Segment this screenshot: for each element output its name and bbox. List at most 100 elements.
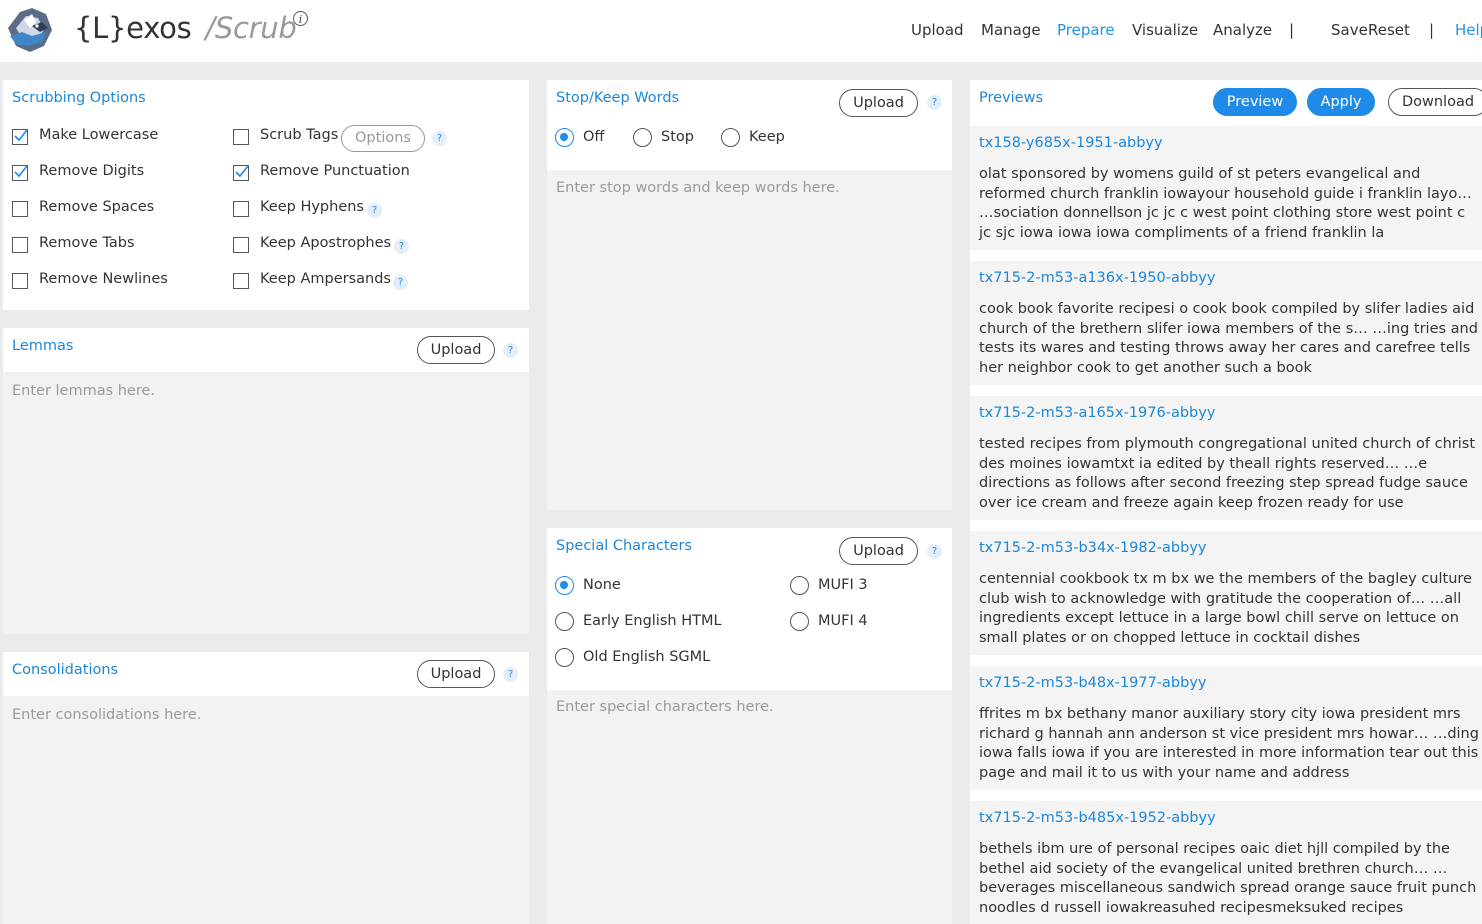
checkbox-keep-apostrophes[interactable]: [233, 237, 249, 253]
option-label-keep-apostrophes: Keep Apostrophes: [260, 235, 392, 251]
radio-early-english-html[interactable]: [555, 612, 574, 631]
nav-link-reset[interactable]: Reset: [1368, 21, 1410, 39]
special-characters-panel: Special Characters Upload ? None Early En…: [547, 528, 952, 924]
nav-link-save[interactable]: Save: [1331, 21, 1368, 39]
option-label-scrub-tags: Scrub Tags: [260, 127, 339, 143]
option-label-remove-newlines: Remove Newlines: [39, 271, 168, 287]
nav-link-visualize[interactable]: Visualize: [1132, 21, 1198, 39]
stop-keep-upload-button[interactable]: Upload: [839, 89, 918, 117]
checkbox-remove-punctuation[interactable]: [233, 165, 249, 181]
keep-hyphens-help-icon[interactable]: ?: [367, 203, 382, 218]
top-navbar: {L}exos/Scrub i Upload Manage Prepare Visua…: [0, 0, 1482, 62]
radio-label-keep: Keep: [749, 129, 785, 145]
radio-off[interactable]: [555, 128, 574, 147]
preview-document-name[interactable]: tx715-2-m53-b485x-1952-abbyy: [979, 810, 1216, 826]
radio-label-old-english-sgml: Old English SGML: [583, 649, 711, 665]
preview-document-text: cook book favorite recipesi o cook book …: [979, 301, 1478, 377]
preview-document-name[interactable]: tx715-2-m53-b34x-1982-abbyy: [979, 540, 1207, 556]
nav-link-manage[interactable]: Manage: [981, 21, 1041, 39]
radio-label-mufi-4: MUFI 4: [818, 613, 868, 629]
checkbox-remove-spaces[interactable]: [12, 201, 28, 217]
option-label-remove-punctuation: Remove Punctuation: [260, 163, 410, 179]
radio-mufi-4[interactable]: [790, 612, 809, 631]
stop-keep-textarea[interactable]: Enter stop words and keep words here.: [547, 170, 952, 510]
preview-document-text: centennial cookbook tx m bx we the membe…: [979, 571, 1472, 647]
stop-keep-help-icon[interactable]: ?: [927, 95, 942, 110]
consolidations-textarea[interactable]: Enter consolidations here.: [3, 696, 529, 924]
checkbox-scrub-tags[interactable]: [233, 129, 249, 145]
lemmas-upload-button[interactable]: Upload: [417, 336, 495, 364]
preview-button[interactable]: Preview: [1213, 88, 1297, 116]
special-characters-textarea[interactable]: Enter special characters here.: [547, 690, 952, 924]
nav-link-analyze[interactable]: Analyze: [1213, 21, 1272, 39]
checkbox-make-lowercase[interactable]: [12, 129, 28, 145]
stop-keep-words-panel: Stop/Keep Words Upload ? Off Stop Keep Ent…: [547, 80, 952, 510]
preview-document-text: ffrites m bx bethany manor auxiliary sto…: [979, 706, 1479, 782]
preview-card: tx715-2-m53-b485x-1952-abbyy bethels ibm …: [970, 801, 1482, 924]
checkbox-remove-tabs[interactable]: [12, 237, 28, 253]
radio-mufi-3[interactable]: [790, 576, 809, 595]
special-characters-help-icon[interactable]: ?: [927, 544, 942, 559]
keep-apostrophes-help-icon[interactable]: ?: [394, 239, 409, 254]
option-label-keep-ampersands: Keep Ampersands: [260, 271, 391, 287]
preview-document-text: bethels ibm ure of personal recipes oaic…: [979, 841, 1477, 917]
option-label-remove-spaces: Remove Spaces: [39, 199, 155, 215]
consolidations-header: Consolidations Upload ?: [3, 652, 529, 696]
radio-label-stop: Stop: [661, 129, 694, 145]
nav-link-upload[interactable]: Upload: [911, 21, 964, 39]
preview-document-name[interactable]: tx715-2-m53-a165x-1976-abbyy: [979, 405, 1215, 421]
radio-stop[interactable]: [633, 128, 652, 147]
radio-old-english-sgml[interactable]: [555, 648, 574, 667]
lemmas-help-icon[interactable]: ?: [503, 343, 518, 358]
radio-label-off: Off: [583, 129, 605, 145]
brand-name: {L}exos: [74, 11, 192, 45]
scrub-tags-options-button[interactable]: Options: [341, 125, 425, 152]
checkbox-keep-ampersands[interactable]: [233, 273, 249, 289]
option-label-keep-hyphens: Keep Hyphens: [260, 199, 364, 215]
nav-link-help[interactable]: Help: [1455, 21, 1482, 39]
keep-ampersands-help-icon[interactable]: ?: [393, 275, 408, 290]
consolidations-upload-button[interactable]: Upload: [417, 660, 495, 688]
radio-keep[interactable]: [721, 128, 740, 147]
scrubbing-options-panel: Scrubbing Options Make Lowercase Remove D…: [3, 80, 529, 310]
radio-none[interactable]: [555, 576, 574, 595]
special-characters-upload-button[interactable]: Upload: [839, 537, 918, 565]
preview-document-text: olat sponsored by womens guild of st pet…: [979, 166, 1472, 242]
scrubbing-options-title: Scrubbing Options: [12, 90, 146, 106]
previews-panel: Previews Preview Apply Download tx158-y6…: [970, 80, 1482, 924]
checkbox-keep-hyphens[interactable]: [233, 201, 249, 217]
special-characters-placeholder: Enter special characters here.: [556, 699, 774, 715]
previews-title: Previews: [979, 90, 1043, 106]
consolidations-title: Consolidations: [12, 662, 119, 678]
preview-document-name[interactable]: tx158-y685x-1951-abbyy: [979, 135, 1163, 151]
checkbox-remove-newlines[interactable]: [12, 273, 28, 289]
radio-label-mufi-3: MUFI 3: [818, 577, 868, 593]
nav-link-prepare[interactable]: Prepare: [1057, 21, 1115, 39]
lemmas-textarea[interactable]: Enter lemmas here.: [3, 372, 529, 634]
scrub-tags-help-icon[interactable]: ?: [432, 131, 447, 146]
nav-separator: |: [1429, 21, 1435, 39]
preview-document-name[interactable]: tx715-2-m53-a136x-1950-abbyy: [979, 270, 1215, 286]
option-label-make-lowercase: Make Lowercase: [39, 127, 159, 143]
preview-card: tx715-2-m53-b34x-1982-abbyy centennial co…: [970, 531, 1482, 655]
preview-document-name[interactable]: tx715-2-m53-b48x-1977-abbyy: [979, 675, 1207, 691]
download-button[interactable]: Download: [1388, 88, 1482, 116]
option-label-remove-tabs: Remove Tabs: [39, 235, 135, 251]
stop-keep-placeholder: Enter stop words and keep words here.: [556, 180, 840, 196]
preview-document-text: tested recipes from plymouth congregatio…: [979, 436, 1476, 512]
checkbox-remove-digits[interactable]: [12, 165, 28, 181]
option-label-remove-digits: Remove Digits: [39, 163, 145, 179]
stop-keep-words-header: Stop/Keep Words Upload ? Off Stop Keep: [547, 80, 952, 170]
consolidations-placeholder: Enter consolidations here.: [12, 707, 202, 723]
info-icon[interactable]: i: [293, 11, 308, 26]
app-brand: {L}exos/Scrub: [74, 11, 297, 45]
special-characters-header: Special Characters Upload ? None Early En…: [547, 528, 952, 690]
consolidations-help-icon[interactable]: ?: [503, 667, 518, 682]
radio-label-none: None: [583, 577, 621, 593]
radio-label-early-english-html: Early English HTML: [583, 613, 722, 629]
lexos-wolf-logo[interactable]: [2, 6, 54, 54]
apply-button[interactable]: Apply: [1307, 88, 1375, 116]
nav-separator: |: [1289, 21, 1295, 39]
lemmas-header: Lemmas Upload ?: [3, 328, 529, 372]
consolidations-panel: Consolidations Upload ? Enter consolidat…: [3, 652, 529, 924]
